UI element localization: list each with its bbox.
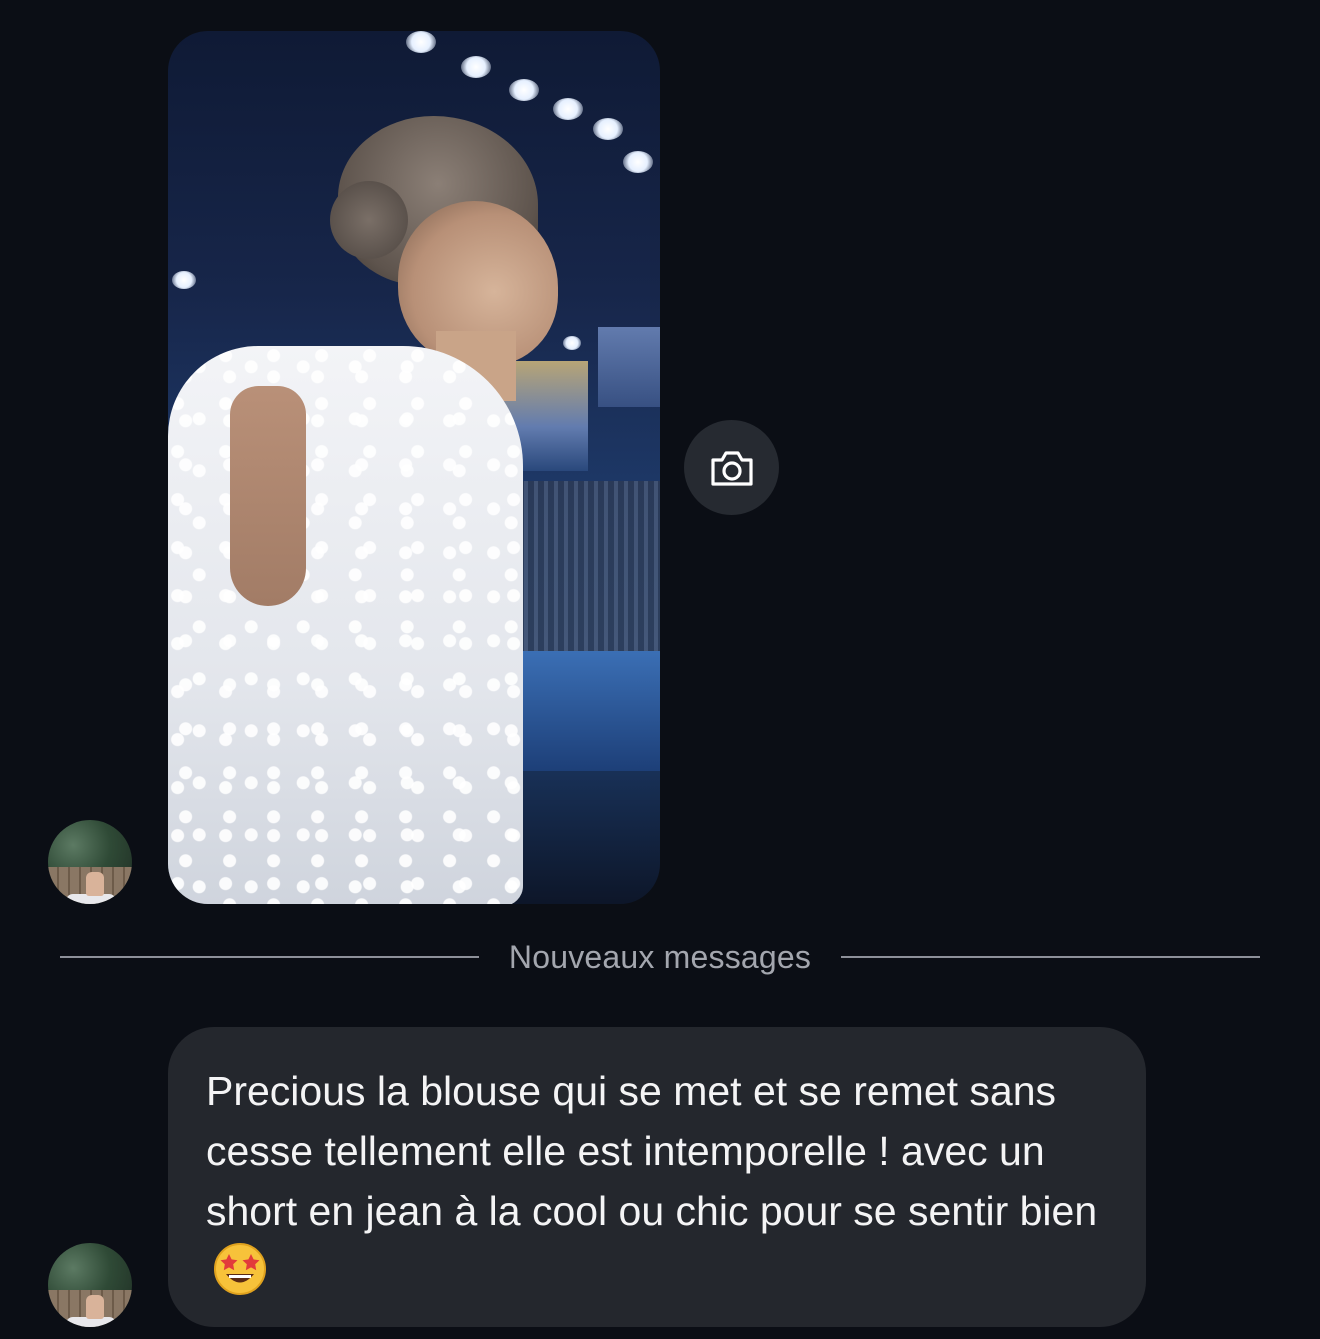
avatar-feet	[86, 1295, 104, 1319]
camera-icon	[710, 450, 753, 486]
divider-line-left	[60, 956, 479, 958]
avatar-feet	[86, 872, 104, 896]
stage-floor	[508, 651, 660, 771]
divider-label: Nouveaux messages	[508, 938, 812, 975]
message-bubble[interactable]: Precious la blouse qui se met et se reme…	[168, 1027, 1146, 1327]
photo-message[interactable]	[168, 31, 660, 904]
hair-bun	[330, 181, 408, 259]
camera-button[interactable]	[684, 420, 779, 515]
message-text: Precious la blouse qui se met et se reme…	[206, 1068, 1098, 1234]
star-struck-emoji-icon	[214, 1243, 266, 1295]
stage-screen	[598, 327, 660, 407]
blouse-back-opening	[230, 386, 306, 606]
new-messages-divider: Nouveaux messages	[60, 930, 1261, 984]
divider-line-right	[841, 956, 1261, 958]
sender-avatar[interactable]	[48, 820, 132, 904]
sender-avatar[interactable]	[48, 1243, 132, 1327]
white-blouse	[168, 346, 523, 904]
